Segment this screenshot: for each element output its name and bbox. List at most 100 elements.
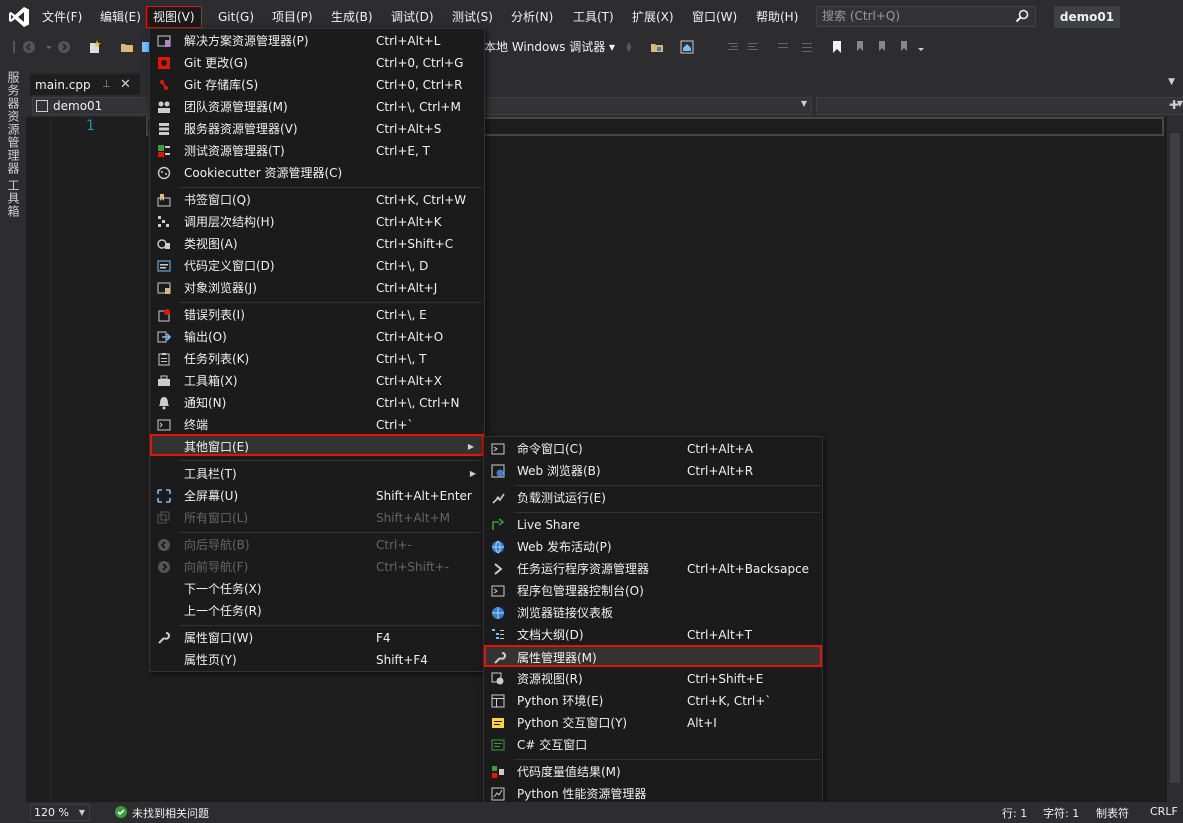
other-windows-item-8[interactable]: 文档大纲(D) Ctrl+Alt+T <box>484 624 822 646</box>
toolbar-overflow-icon[interactable] <box>914 40 928 54</box>
zoom-dropdown[interactable]: 120 % ▼ <box>30 804 90 821</box>
view-menu-item-25[interactable]: 上一个任务(R) <box>150 600 484 622</box>
view-menu-item-7[interactable]: 书签窗口(Q) Ctrl+K, Ctrl+W <box>150 189 484 211</box>
view-menu-item-9[interactable]: 类视图(A) Ctrl+Shift+C <box>150 233 484 255</box>
other-windows-item-6[interactable]: 程序包管理器控制台(O) <box>484 580 822 602</box>
view-menu-item-13[interactable]: 输出(O) Ctrl+Alt+O <box>150 326 484 348</box>
dropdown-arrow-icon[interactable] <box>42 40 56 54</box>
back-arrow-icon[interactable] <box>22 40 36 54</box>
uncomment-icon[interactable] <box>800 40 814 54</box>
other-windows-item-10[interactable]: 资源视图(R) Ctrl+Shift+E <box>484 668 822 690</box>
menu-test[interactable]: 测试(S) <box>446 6 499 28</box>
view-menu-item-5[interactable]: 测试资源管理器(T) Ctrl+E, T <box>150 140 484 162</box>
view-menu-item-4[interactable]: 服务器资源管理器(V) Ctrl+Alt+S <box>150 118 484 140</box>
view-menu-item-15[interactable]: 工具箱(X) Ctrl+Alt+X <box>150 370 484 392</box>
other-windows-item-14[interactable]: 代码度量值结果(M) <box>484 761 822 783</box>
clear-bookmarks-icon[interactable] <box>896 40 910 54</box>
tab-list-dropdown-icon[interactable]: ▼ <box>1168 77 1175 87</box>
view-menu-item-21[interactable]: 所有窗口(L) Shift+Alt+M <box>150 507 484 529</box>
project-scope-dropdown[interactable]: demo01 <box>32 97 150 115</box>
other-windows-item-12[interactable]: Python 交互窗口(Y) Alt+I <box>484 712 822 734</box>
view-menu-item-3[interactable]: 团队资源管理器(M) Ctrl+\, Ctrl+M <box>150 96 484 118</box>
outdent-icon[interactable] <box>746 40 760 54</box>
debugger-flame-icon[interactable] <box>622 40 636 54</box>
view-menu-item-23[interactable]: 向前导航(F) Ctrl+Shift+- <box>150 556 484 578</box>
view-menu-item-0[interactable]: 解决方案资源管理器(P) Ctrl+Alt+L <box>150 30 484 52</box>
view-menu-item-20[interactable]: 全屏幕(U) Shift+Alt+Enter <box>150 485 484 507</box>
view-menu-item-24[interactable]: 下一个任务(X) <box>150 578 484 600</box>
view-menu-item-6[interactable]: Cookiecutter 资源管理器(C) <box>150 162 484 184</box>
menu-help[interactable]: 帮助(H) <box>750 6 804 28</box>
open-file-icon[interactable] <box>650 40 664 54</box>
view-menu-item-19[interactable]: 工具栏(T) ▶ <box>150 463 484 485</box>
menu-window[interactable]: 窗口(W) <box>686 6 743 28</box>
menu-extensions[interactable]: 扩展(X) <box>626 6 680 28</box>
bookmark-icon[interactable] <box>830 40 844 54</box>
other-windows-item-4[interactable]: Web 发布活动(P) <box>484 536 822 558</box>
line-indicator[interactable]: 行: 1 <box>1002 805 1027 821</box>
other-windows-item-9[interactable]: 属性管理器(M) <box>484 645 822 667</box>
view-menu-item-18[interactable]: 其他窗口(E) ▶ <box>150 434 484 456</box>
member-dropdown[interactable]: ▼ <box>816 97 1183 115</box>
view-menu-item-11[interactable]: 对象浏览器(J) Ctrl+Alt+J <box>150 277 484 299</box>
new-project-icon[interactable] <box>88 40 102 54</box>
menu-view[interactable]: 视图(V) <box>146 6 202 28</box>
view-menu-item-26[interactable]: 属性窗口(W) F4 <box>150 627 484 649</box>
toolbox-tab[interactable]: 工具箱 <box>5 179 22 218</box>
view-menu-item-17[interactable]: 终端 Ctrl+` <box>150 414 484 436</box>
other-windows-item-0[interactable]: 命令窗口(C) Ctrl+Alt+A <box>484 438 822 460</box>
search-input[interactable]: 搜索 (Ctrl+Q) <box>816 6 1036 27</box>
vertical-scrollbar[interactable] <box>1167 117 1183 802</box>
view-menu-item-10[interactable]: 代码定义窗口(D) Ctrl+\, D <box>150 255 484 277</box>
next-bookmark-icon[interactable] <box>874 40 888 54</box>
comment-icon[interactable] <box>776 40 790 54</box>
tab-main-cpp[interactable]: main.cpp ⊥ ✕ <box>30 73 140 95</box>
view-menu-item-27[interactable]: 属性页(Y) Shift+F4 <box>150 649 484 671</box>
menu-separator <box>180 460 482 461</box>
visual-studio-logo-icon[interactable] <box>8 6 30 28</box>
prev-bookmark-icon[interactable] <box>852 40 866 54</box>
menu-git[interactable]: Git(G) <box>212 6 260 28</box>
home-icon[interactable] <box>680 40 694 54</box>
view-menu-item-12[interactable]: 错误列表(I) Ctrl+\, E <box>150 304 484 326</box>
view-menu-item-8[interactable]: 调用层次结构(H) Ctrl+Alt+K <box>150 211 484 233</box>
issues-status[interactable]: 未找到相关问题 <box>132 805 209 821</box>
pin-icon[interactable]: ⊥ <box>102 79 111 90</box>
open-folder-icon[interactable] <box>120 40 134 54</box>
split-window-icon[interactable]: ✚ <box>1169 98 1179 112</box>
python-profiler-icon <box>491 787 505 801</box>
indent-icon[interactable] <box>726 40 740 54</box>
check-circle-icon[interactable] <box>115 806 127 818</box>
menu-tools[interactable]: 工具(T) <box>567 6 620 28</box>
scrollbar-thumb[interactable] <box>1170 133 1180 783</box>
other-windows-item-3[interactable]: Live Share <box>484 514 822 536</box>
view-menu-item-22[interactable]: 向后导航(B) Ctrl+- <box>150 534 484 556</box>
other-windows-item-5[interactable]: 任务运行程序资源管理器 Ctrl+Alt+Backsapce <box>484 558 822 580</box>
forward-arrow-icon[interactable] <box>57 40 71 54</box>
other-windows-item-7[interactable]: 浏览器链接仪表板 <box>484 602 822 624</box>
other-windows-item-1[interactable]: Web 浏览器(B) Ctrl+Alt+R <box>484 460 822 482</box>
menu-debug[interactable]: 调试(D) <box>385 6 440 28</box>
other-windows-item-13[interactable]: C# 交互窗口 <box>484 734 822 756</box>
menu-build[interactable]: 生成(B) <box>325 6 379 28</box>
project-name-badge[interactable]: demo01 <box>1054 6 1120 28</box>
view-menu-item-14[interactable]: 任务列表(K) Ctrl+\, T <box>150 348 484 370</box>
menu-item-label: Web 发布活动(P) <box>517 540 612 554</box>
char-indicator[interactable]: 字符: 1 <box>1043 805 1079 821</box>
search-icon[interactable] <box>1015 9 1029 23</box>
tab-mode-indicator[interactable]: 制表符 <box>1096 805 1129 821</box>
menu-project[interactable]: 项目(P) <box>266 6 319 28</box>
line-ending-indicator[interactable]: CRLF <box>1150 805 1178 818</box>
view-menu-item-2[interactable]: Git 存储库(S) Ctrl+0, Ctrl+R <box>150 74 484 96</box>
other-windows-item-11[interactable]: Python 环境(E) Ctrl+K, Ctrl+` <box>484 690 822 712</box>
view-menu-item-1[interactable]: Git 更改(G) Ctrl+0, Ctrl+G <box>150 52 484 74</box>
scope-dropdown[interactable]: ▼ <box>478 97 812 115</box>
menu-file[interactable]: 文件(F) <box>36 6 88 28</box>
close-icon[interactable]: ✕ <box>120 77 131 92</box>
other-windows-item-2[interactable]: 负载测试运行(E) <box>484 487 822 509</box>
view-menu-item-16[interactable]: 通知(N) Ctrl+\, Ctrl+N <box>150 392 484 414</box>
local-windows-debugger-button[interactable]: 本地 Windows 调试器 ▾ <box>484 39 615 55</box>
menu-analyze[interactable]: 分析(N) <box>505 6 559 28</box>
server-explorer-tab[interactable]: 服务器资源管理器 <box>5 71 22 175</box>
menu-edit[interactable]: 编辑(E) <box>94 6 147 28</box>
